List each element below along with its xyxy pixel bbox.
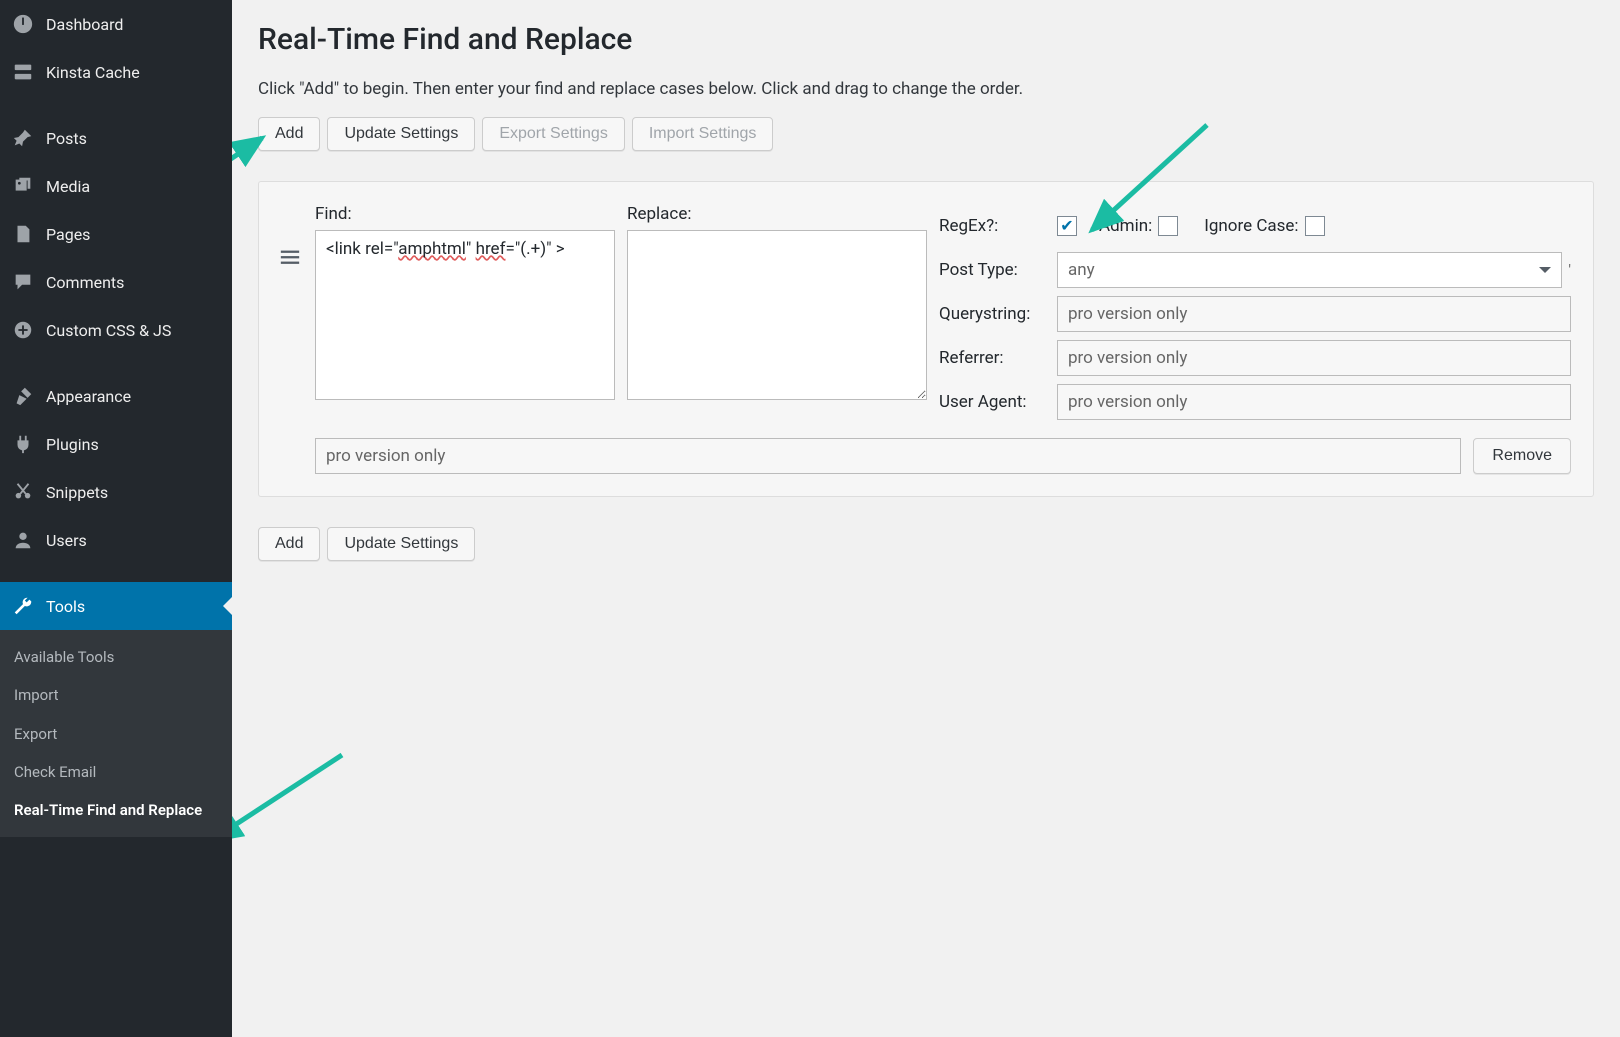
update-settings-button[interactable]: Update Settings (327, 117, 475, 151)
drag-handle-icon[interactable] (277, 204, 303, 268)
sidebar-item-label: Comments (46, 273, 124, 292)
referrer-input[interactable]: pro version only (1057, 340, 1571, 376)
user-agent-input[interactable]: pro version only (1057, 384, 1571, 420)
user-agent-label: User Agent: (939, 392, 1057, 412)
sidebar-item-media[interactable]: Media (0, 162, 232, 210)
post-type-label: Post Type: (939, 260, 1057, 280)
page-title: Real-Time Find and Replace (258, 10, 1594, 63)
remove-button[interactable]: Remove (1473, 438, 1571, 474)
tools-icon (12, 595, 34, 617)
rule-card: Find: <link rel="amphtml" href="(.+)" > … (258, 181, 1594, 497)
regex-label: RegEx?: (939, 216, 1057, 236)
appearance-icon (12, 385, 34, 407)
regex-checkbox[interactable] (1057, 216, 1077, 236)
sidebar-item-comments[interactable]: Comments (0, 258, 232, 306)
add-button-bottom[interactable]: Add (258, 527, 320, 561)
sidebar-item-label: Dashboard (46, 15, 123, 34)
dashboard-icon (12, 13, 34, 35)
notes-input[interactable]: pro version only (315, 438, 1461, 474)
import-settings-button[interactable]: Import Settings (632, 117, 774, 151)
post-type-select[interactable]: any (1057, 252, 1562, 288)
ignore-case-checkbox[interactable] (1305, 216, 1325, 236)
export-settings-button[interactable]: Export Settings (482, 117, 625, 151)
content-area: Real-Time Find and Replace Click "Add" t… (232, 0, 1620, 1037)
querystring-input[interactable]: pro version only (1057, 296, 1571, 332)
replace-textarea[interactable] (627, 230, 927, 400)
page-description: Click "Add" to begin. Then enter your fi… (258, 63, 1594, 117)
comments-icon (12, 271, 34, 293)
submenu-item-import[interactable]: Import (0, 676, 232, 714)
referrer-label: Referrer: (939, 348, 1057, 368)
ignore-case-label: Ignore Case: (1204, 216, 1298, 236)
sidebar-item-kinsta-cache[interactable]: Kinsta Cache (0, 48, 232, 96)
sidebar-item-posts[interactable]: Posts (0, 114, 232, 162)
css-icon (12, 319, 34, 341)
sidebar-item-label: Snippets (46, 483, 108, 502)
find-label: Find: (315, 204, 615, 224)
kinsta-icon (12, 61, 34, 83)
admin-checkbox[interactable] (1158, 216, 1178, 236)
sidebar-item-label: Plugins (46, 435, 99, 454)
querystring-label: Querystring: (939, 304, 1057, 324)
submenu-item-export[interactable]: Export (0, 715, 232, 753)
pages-icon (12, 223, 34, 245)
plugins-icon (12, 433, 34, 455)
sidebar-item-pages[interactable]: Pages (0, 210, 232, 258)
toolbar-top: Add Update Settings Export Settings Impo… (258, 117, 1594, 151)
annotation-arrow (232, 750, 352, 854)
snippets-icon (12, 481, 34, 503)
sidebar-item-label: Kinsta Cache (46, 63, 140, 82)
sidebar-item-label: Pages (46, 225, 90, 244)
media-icon (12, 175, 34, 197)
add-button[interactable]: Add (258, 117, 320, 151)
sidebar-item-tools[interactable]: Tools (0, 582, 232, 630)
sidebar-item-label: Media (46, 177, 90, 196)
admin-sidebar: Dashboard Kinsta Cache Posts Media Pages Comm… (0, 0, 232, 1037)
admin-label: Admin: (1099, 216, 1152, 236)
find-textarea[interactable]: <link rel="amphtml" href="(.+)" > (315, 230, 615, 400)
sidebar-item-snippets[interactable]: Snippets (0, 468, 232, 516)
toolbar-bottom: Add Update Settings (258, 527, 1594, 561)
sidebar-item-dashboard[interactable]: Dashboard (0, 0, 232, 48)
submenu-item-real-time-find-and-replace[interactable]: Real-Time Find and Replace (0, 791, 232, 829)
sidebar-item-users[interactable]: Users (0, 516, 232, 564)
sidebar-item-appearance[interactable]: Appearance (0, 372, 232, 420)
replace-label: Replace: (627, 204, 927, 224)
sidebar-item-plugins[interactable]: Plugins (0, 420, 232, 468)
sidebar-item-label: Users (46, 531, 87, 550)
sidebar-item-label: Appearance (46, 387, 131, 406)
sidebar-item-label: Posts (46, 129, 87, 148)
sidebar-item-label: Custom CSS & JS (46, 321, 171, 340)
sidebar-item-custom-css-js[interactable]: Custom CSS & JS (0, 306, 232, 354)
update-settings-button-bottom[interactable]: Update Settings (327, 527, 475, 561)
users-icon (12, 529, 34, 551)
pin-icon (12, 127, 34, 149)
submenu-item-check-email[interactable]: Check Email (0, 753, 232, 791)
sidebar-item-label: Tools (46, 597, 85, 616)
submenu-item-available-tools[interactable]: Available Tools (0, 638, 232, 676)
